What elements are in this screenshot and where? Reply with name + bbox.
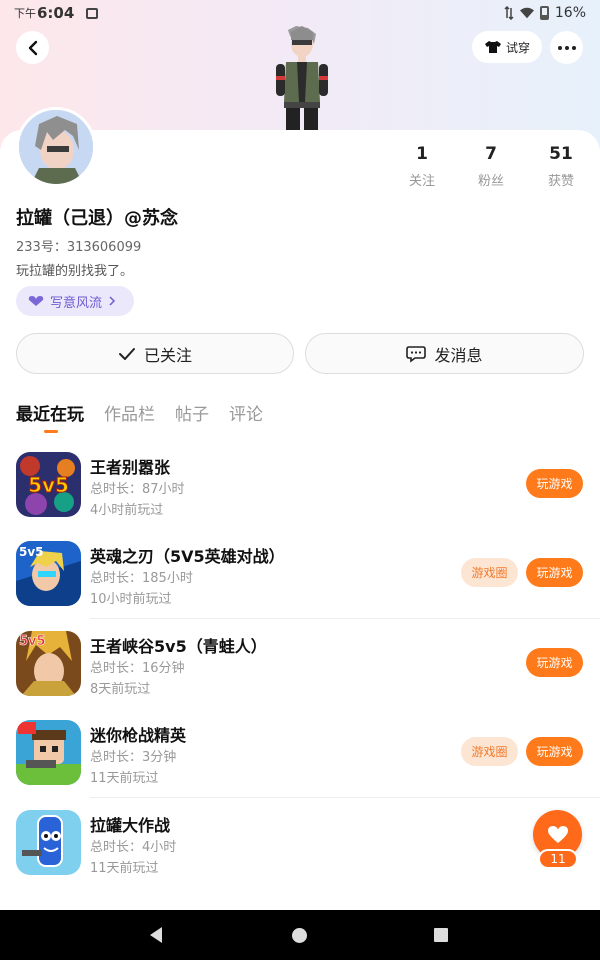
- status-bar: 下午 6:04 16%: [0, 0, 600, 26]
- play-game-button[interactable]: 玩游戏: [526, 558, 583, 587]
- stat-value: 1: [416, 144, 428, 164]
- stat-followers[interactable]: 7 粉丝: [461, 144, 521, 189]
- more-options-button[interactable]: [550, 31, 583, 64]
- check-icon: [118, 347, 135, 360]
- back-button[interactable]: [16, 31, 49, 64]
- profile-tag-badge[interactable]: 写意风流: [16, 286, 134, 316]
- follow-label: 已关注: [143, 345, 192, 365]
- game-circle-button[interactable]: 游戏圈: [461, 558, 518, 587]
- gallery-notification-icon: [86, 7, 99, 19]
- like-count-badge: 11: [538, 849, 578, 869]
- chevron-left-icon: [28, 40, 37, 55]
- play-game-button[interactable]: 玩游戏: [526, 648, 583, 677]
- game-title: 拉罐大作战: [90, 816, 171, 835]
- chevron-right-icon: [109, 296, 116, 306]
- tab-posts[interactable]: 帖子: [175, 400, 209, 425]
- stat-label: 粉丝: [477, 174, 504, 189]
- wifi-icon: [519, 7, 534, 19]
- game-icon-text: 5v5: [19, 634, 46, 649]
- game-icon: [16, 720, 81, 785]
- game-icon: 5v5: [16, 452, 81, 517]
- nav-back-icon[interactable]: [148, 926, 164, 944]
- heart-icon: [547, 825, 568, 843]
- stat-value: 7: [485, 144, 497, 164]
- stat-label: 关注: [408, 174, 435, 189]
- game-last-played: 10小时前玩过: [90, 592, 172, 607]
- play-game-button[interactable]: 玩游戏: [526, 737, 583, 766]
- more-dot-icon: [564, 45, 569, 50]
- game-last-played: 11天前玩过: [90, 771, 159, 786]
- game-title: 迷你枪战精英: [90, 726, 187, 745]
- avatar-character-figure: [276, 26, 328, 132]
- heart-badge-icon: [28, 296, 44, 306]
- game-icon: [16, 810, 81, 875]
- stat-value: 51: [549, 144, 573, 164]
- game-icon-text: 5v5: [19, 545, 44, 559]
- nav-home-icon[interactable]: [292, 928, 307, 943]
- profile-bio: 玩拉罐的别找我了。: [16, 264, 134, 279]
- game-duration: 总时长：3分钟: [90, 750, 177, 765]
- game-title: 英魂之刃（5V5英雄对战）: [90, 547, 285, 566]
- more-dot-icon: [571, 45, 576, 50]
- game-last-played: 8天前玩过: [90, 682, 151, 697]
- chat-bubble-icon: [406, 345, 427, 363]
- list-item[interactable]: 5v5 王者别嚣张 总时长：87小时 4小时前玩过 玩游戏: [0, 452, 600, 542]
- data-arrows-icon: [504, 6, 514, 20]
- game-circle-button[interactable]: 游戏圈: [461, 737, 518, 766]
- game-title: 王者别嚣张: [90, 458, 171, 477]
- message-button[interactable]: 发消息: [305, 333, 584, 374]
- stat-label: 获赞: [547, 174, 574, 189]
- game-last-played: 11天前玩过: [90, 861, 159, 876]
- status-time: 6:04: [37, 4, 75, 22]
- status-right: 16%: [504, 5, 586, 21]
- game-duration: 总时长：87小时: [90, 482, 185, 497]
- list-item[interactable]: 5v5 王者峡谷5v5（青蛙人） 总时长：16分钟 8天前玩过 玩游戏: [0, 631, 600, 721]
- game-title: 王者峡谷5v5（青蛙人）: [90, 637, 267, 656]
- tshirt-icon: [484, 41, 501, 53]
- list-item[interactable]: 拉罐大作战 总时长：4小时 11天前玩过: [0, 810, 600, 900]
- profile-uid: 233号：313606099: [16, 240, 142, 255]
- follow-button[interactable]: 已关注: [16, 333, 294, 374]
- message-label: 发消息: [434, 345, 483, 365]
- play-game-button[interactable]: 玩游戏: [526, 469, 583, 498]
- game-icon: 5v5: [16, 631, 81, 696]
- game-icon-text: 5v5: [28, 473, 69, 497]
- profile-tag-label: 写意风流: [50, 295, 103, 311]
- tab-comments[interactable]: 评论: [229, 400, 263, 425]
- avatar[interactable]: [16, 107, 96, 187]
- try-on-button[interactable]: 试穿: [472, 31, 542, 63]
- more-dot-icon: [557, 45, 562, 50]
- avatar-portrait-image: [19, 110, 93, 184]
- active-tab-indicator: [44, 430, 58, 433]
- stat-following[interactable]: 1 关注: [392, 144, 452, 189]
- stat-likes[interactable]: 51 获赞: [531, 144, 591, 189]
- battery-icon: [539, 6, 549, 20]
- list-divider: [90, 618, 600, 619]
- profile-name: 拉罐（己退）@苏念: [16, 208, 178, 229]
- try-on-label: 试穿: [505, 40, 530, 55]
- list-divider: [90, 797, 600, 798]
- game-icon: 5v5: [16, 541, 81, 606]
- game-duration: 总时长：185小时: [90, 571, 193, 586]
- game-duration: 总时长：16分钟: [90, 661, 185, 676]
- battery-percent: 16%: [554, 5, 586, 21]
- tab-works[interactable]: 作品栏: [104, 400, 155, 425]
- nav-recents-icon[interactable]: [434, 928, 448, 942]
- profile-tabs: 最近在玩 作品栏 帖子 评论: [16, 400, 263, 425]
- game-duration: 总时长：4小时: [90, 840, 177, 855]
- status-ampm: 下午: [14, 7, 36, 20]
- game-last-played: 4小时前玩过: [90, 503, 164, 518]
- tab-recent-play[interactable]: 最近在玩: [16, 400, 84, 425]
